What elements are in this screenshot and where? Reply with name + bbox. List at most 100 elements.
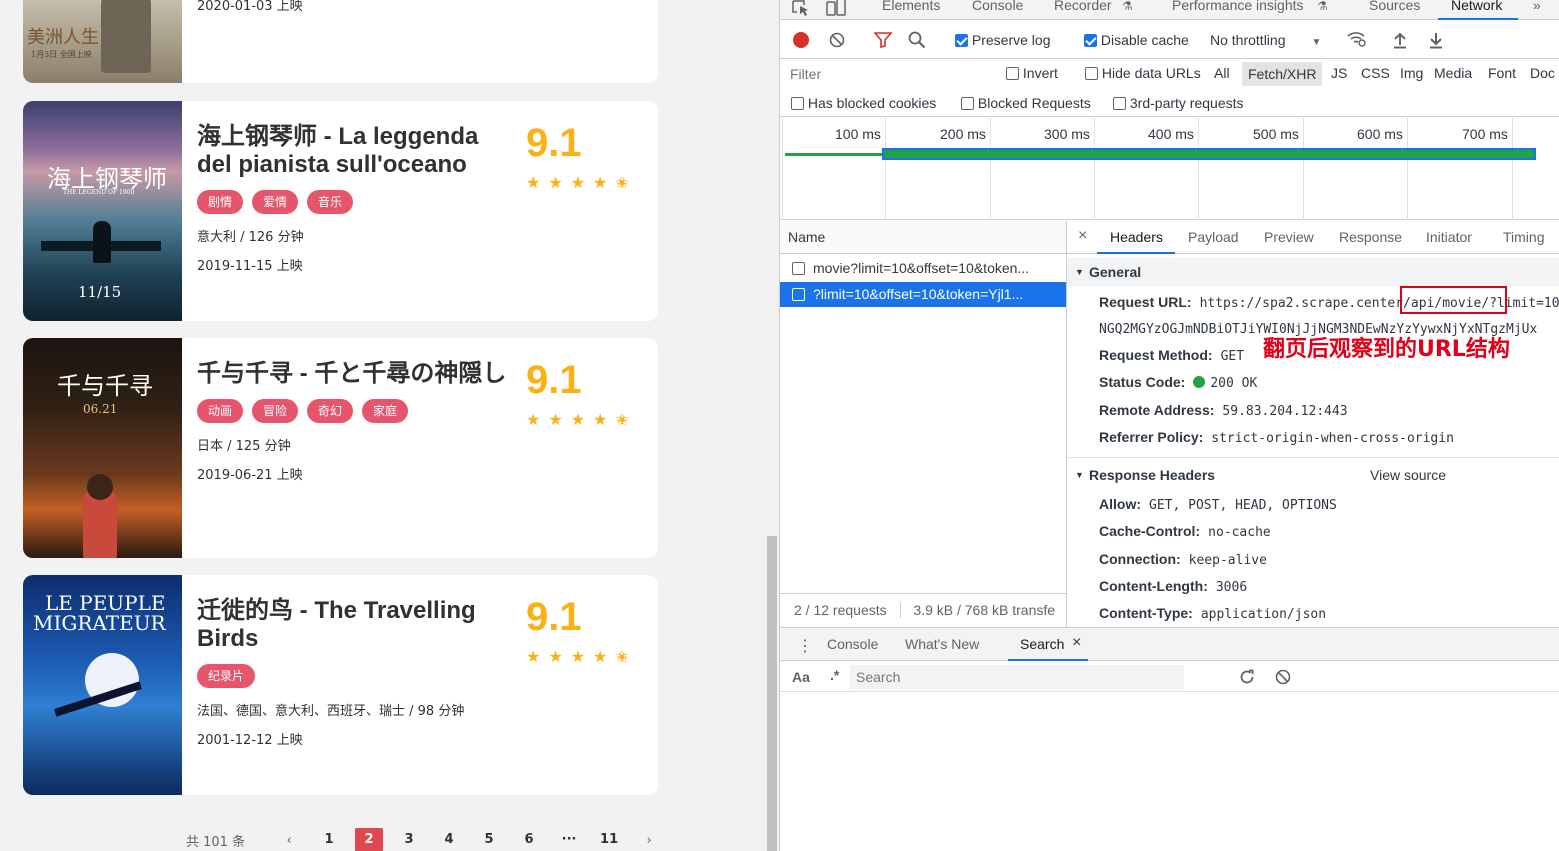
request-row-selected[interactable]: ?limit=10&offset=10&token=Yjl1...: [780, 282, 1066, 307]
filter-type-css[interactable]: CSS: [1361, 65, 1390, 81]
movie-card[interactable]: 美洲人生 1月3日 全国上映 2020-01-03 上映: [23, 0, 658, 83]
close-icon[interactable]: ×: [1078, 227, 1087, 245]
clear-icon[interactable]: [1275, 669, 1291, 688]
section-title: Response Headers: [1089, 467, 1216, 483]
page-scrollbar[interactable]: [765, 0, 779, 851]
invert-checkbox[interactable]: Invert: [1006, 65, 1058, 81]
record-icon[interactable]: [793, 32, 809, 48]
tab-payload[interactable]: Payload: [1188, 229, 1239, 245]
import-har-icon[interactable]: [1392, 31, 1408, 52]
prev-page-button[interactable]: ‹: [275, 833, 303, 848]
page-button-active[interactable]: 2: [355, 828, 384, 851]
hide-data-urls-checkbox[interactable]: Hide data URLs: [1085, 65, 1201, 81]
drawer-menu-icon[interactable]: ⋮: [797, 636, 813, 656]
filter-type-font[interactable]: Font: [1488, 65, 1516, 81]
filter-type-fetch-xhr[interactable]: Fetch/XHR: [1242, 62, 1323, 86]
filter-input[interactable]: [784, 62, 990, 86]
inspect-element-icon[interactable]: [792, 0, 810, 20]
movie-tags: 纪录片: [197, 664, 256, 688]
blocked-requests-label: Blocked Requests: [977, 95, 1091, 111]
movie-title[interactable]: 海上钢琴师 - La leggenda del pianista sull'oc…: [197, 123, 502, 179]
name-column-header[interactable]: Name: [780, 221, 1066, 254]
blocked-requests-checkbox[interactable]: Blocked Requests: [961, 95, 1091, 111]
third-party-requests-checkbox[interactable]: 3rd-party requests: [1113, 95, 1244, 111]
drawer-tab-whats-new[interactable]: What's New: [905, 636, 979, 652]
poster-title: 美洲人生: [27, 27, 99, 48]
page-button[interactable]: 6: [515, 828, 543, 851]
throttling-select[interactable]: No throttling ▼: [1210, 32, 1321, 48]
flask-icon: ⚗: [1317, 0, 1328, 13]
filter-type-media[interactable]: Media: [1434, 65, 1472, 81]
general-section-header[interactable]: ▼ General: [1067, 258, 1559, 286]
genre-tag: 冒险: [252, 399, 299, 423]
movie-title[interactable]: 迁徙的鸟 - The Travelling Birds: [197, 597, 502, 653]
network-conditions-icon[interactable]: [1346, 30, 1368, 51]
tab-console[interactable]: Console: [972, 0, 1023, 13]
tab-network[interactable]: Network: [1451, 0, 1502, 13]
tab-sources[interactable]: Sources: [1369, 0, 1420, 13]
preserve-log-checkbox[interactable]: Preserve log: [955, 32, 1050, 48]
tab-recorder[interactable]: Recorder: [1054, 0, 1112, 13]
tab-elements[interactable]: Elements: [882, 0, 940, 13]
clear-icon[interactable]: [829, 32, 845, 51]
page-button[interactable]: 5: [475, 828, 503, 851]
tab-timing[interactable]: Timing: [1503, 229, 1545, 245]
movie-tags: 剧情 爱情 音乐: [197, 190, 354, 214]
page-button[interactable]: 1: [315, 828, 343, 851]
drawer-tab-console[interactable]: Console: [827, 636, 878, 652]
movie-poster[interactable]: 千与千寻 06.21: [23, 338, 182, 558]
timeline-label: 600 ms: [1357, 126, 1403, 142]
poster-date: 11/15: [78, 283, 122, 301]
refresh-icon[interactable]: [1239, 669, 1255, 688]
filter-type-js[interactable]: JS: [1331, 65, 1347, 81]
movie-card[interactable]: 海上钢琴师 THE LEGEND OF 1900 11/15 海上钢琴师 - L…: [23, 101, 658, 321]
match-case-button[interactable]: Aa: [792, 669, 810, 685]
tab-initiator[interactable]: Initiator: [1426, 229, 1472, 245]
active-tab-indicator: [1438, 18, 1518, 20]
export-har-icon[interactable]: [1428, 31, 1444, 52]
movie-title[interactable]: 千与千寻 - 千と千尋の神隠し: [197, 360, 517, 388]
rating-stars: ★★★★✬: [526, 173, 637, 192]
request-detail-panel: × Headers Payload Preview Response Initi…: [1067, 221, 1559, 627]
disable-cache-checkbox[interactable]: Disable cache: [1084, 32, 1189, 48]
more-tabs-icon[interactable]: »: [1533, 0, 1541, 13]
movie-poster[interactable]: 美洲人生 1月3日 全国上映: [23, 0, 182, 83]
document-icon: [792, 288, 805, 301]
tab-response[interactable]: Response: [1339, 229, 1402, 245]
movie-card[interactable]: 千与千寻 06.21 千与千寻 - 千と千尋の神隠し 动画 冒险 奇幻 家庭 日…: [23, 338, 658, 558]
search-input[interactable]: [850, 665, 1184, 689]
page-button[interactable]: 3: [395, 828, 423, 851]
filter-type-all[interactable]: All: [1214, 65, 1230, 81]
movie-card[interactable]: LE PEUPLE MIGRATEUR 迁徙的鸟 - The Travellin…: [23, 575, 658, 795]
next-page-button[interactable]: ›: [635, 833, 663, 848]
close-icon[interactable]: ×: [1072, 634, 1081, 652]
devtools-panel: Elements Console Recorder ⚗ Performance …: [779, 0, 1559, 851]
regex-button[interactable]: .*: [830, 667, 839, 683]
response-headers-section-header[interactable]: ▼ Response Headers View source: [1067, 461, 1559, 489]
scrollbar-thumb[interactable]: [767, 536, 777, 851]
filter-type-img[interactable]: Img: [1400, 65, 1423, 81]
page-ellipsis[interactable]: ···: [555, 828, 583, 851]
tab-performance-insights[interactable]: Performance insights: [1172, 0, 1304, 13]
view-source-link[interactable]: View source: [1370, 461, 1446, 489]
tab-preview[interactable]: Preview: [1264, 229, 1314, 245]
movie-poster[interactable]: 海上钢琴师 THE LEGEND OF 1900 11/15: [23, 101, 182, 321]
third-party-requests-label: 3rd-party requests: [1129, 95, 1244, 111]
page-button[interactable]: 11: [595, 828, 623, 851]
page-button[interactable]: 4: [435, 828, 463, 851]
tab-headers[interactable]: Headers: [1110, 229, 1163, 245]
drawer-tab-search[interactable]: Search: [1020, 636, 1064, 652]
chevron-down-icon: ▼: [1311, 37, 1322, 48]
has-blocked-cookies-checkbox[interactable]: Has blocked cookies: [791, 95, 936, 111]
device-toolbar-icon[interactable]: [826, 0, 846, 20]
filter-type-doc[interactable]: Doc: [1530, 65, 1555, 81]
network-overview-timeline[interactable]: 100 ms 200 ms 300 ms 400 ms 500 ms 600 m…: [780, 118, 1559, 220]
poster-subtitle: 1月3日 全国上映: [31, 50, 92, 59]
movie-poster[interactable]: LE PEUPLE MIGRATEUR: [23, 575, 182, 795]
search-icon[interactable]: [908, 31, 926, 52]
genre-tag: 奇幻: [307, 399, 354, 423]
network-filter-row: Invert Hide data URLs All Fetch/XHR JS C…: [780, 59, 1559, 89]
section-title: General: [1089, 264, 1142, 280]
request-row[interactable]: movie?limit=10&offset=10&token...: [780, 256, 1066, 281]
filter-icon[interactable]: [873, 32, 893, 51]
